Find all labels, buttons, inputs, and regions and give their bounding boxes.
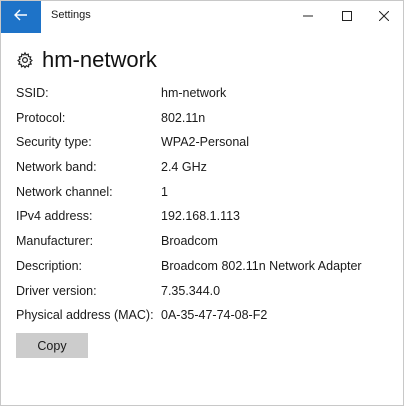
property-value: hm-network <box>161 86 227 100</box>
copy-button[interactable]: Copy <box>16 333 88 358</box>
property-row-security-type: Security type: WPA2-Personal <box>16 133 396 158</box>
property-label: Protocol: <box>16 110 66 125</box>
page-heading: hm-network <box>16 47 157 73</box>
property-row-protocol: Protocol: 802.11n <box>16 109 396 134</box>
property-value: 2.4 GHz <box>161 160 207 175</box>
property-label: Physical address (MAC): <box>16 308 154 323</box>
property-value: 802.11n <box>161 110 206 125</box>
property-row-ipv4-address: IPv4 address: 192.168.1.113 <box>16 207 396 232</box>
minimize-icon <box>303 8 313 26</box>
back-button[interactable] <box>1 1 41 33</box>
property-row-description: Description: Broadcom 802.11n Network Ad… <box>16 257 396 282</box>
minimize-button[interactable] <box>291 1 325 33</box>
property-label: Security type: <box>16 135 92 150</box>
arrow-left-icon <box>14 8 28 26</box>
property-value: WPA2-Personal <box>161 135 249 150</box>
maximize-button[interactable] <box>330 1 364 33</box>
property-value: Broadcom 802.11n Network Adapter <box>161 258 362 273</box>
property-label: SSID: <box>16 86 49 100</box>
property-label: Network channel: <box>16 184 113 199</box>
app-title: Settings <box>51 9 91 21</box>
property-value: 1 <box>161 184 168 199</box>
property-row-network-band: Network band: 2.4 GHz <box>16 158 396 183</box>
property-label: Driver version: <box>16 283 97 298</box>
property-value: 7.35.344.0 <box>161 283 221 298</box>
property-row-network-channel: Network channel: 1 <box>16 183 396 208</box>
property-value: Broadcom <box>161 234 218 249</box>
close-button[interactable] <box>367 1 401 33</box>
property-label: Manufacturer: <box>16 234 94 249</box>
property-row-ssid: SSID: hm-network <box>16 84 396 109</box>
maximize-icon <box>342 8 352 26</box>
page-title: hm-network <box>42 47 157 72</box>
close-icon <box>378 8 390 26</box>
gear-icon <box>16 51 34 69</box>
settings-window: Settings hm-network SSID: hm-network Pro… <box>0 0 404 406</box>
property-label: IPv4 address: <box>16 209 93 224</box>
network-properties-list: SSID: hm-network Protocol: 802.11n Secur… <box>16 84 396 331</box>
property-row-driver-version: Driver version: 7.35.344.0 <box>16 282 396 307</box>
property-value: 0A-35-47-74-08-F2 <box>161 308 268 323</box>
property-value: 192.168.1.113 <box>161 209 241 224</box>
title-bar: Settings <box>1 1 403 33</box>
property-row-manufacturer: Manufacturer: Broadcom <box>16 232 396 257</box>
property-label: Network band: <box>16 160 97 175</box>
property-row-physical-address: Physical address (MAC): 0A-35-47-74-08-F… <box>16 306 396 331</box>
property-label: Description: <box>16 258 82 273</box>
